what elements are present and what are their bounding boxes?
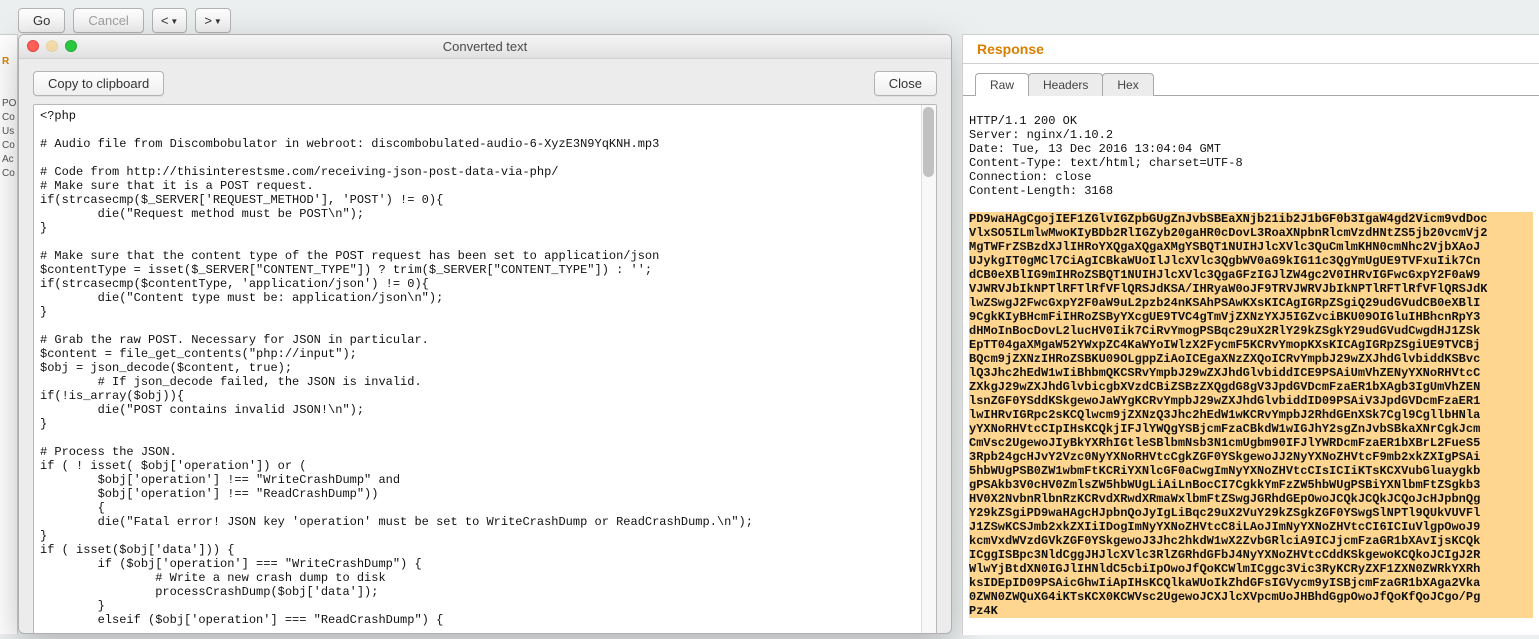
close-icon[interactable]	[27, 40, 39, 52]
close-button[interactable]: Close	[874, 71, 937, 96]
response-header: Response	[963, 35, 1539, 64]
cancel-button[interactable]: Cancel	[73, 8, 143, 33]
tab-raw[interactable]: Raw	[975, 73, 1029, 96]
left-gutter-lines: PO Co Us Co Ac Co	[2, 98, 16, 179]
converted-text-area[interactable]	[34, 105, 936, 633]
response-panel: Response Raw Headers Hex HTTP/1.1 200 OK…	[962, 34, 1539, 634]
left-gutter-header: R	[2, 56, 9, 67]
chevron-down-icon: ▼	[214, 17, 222, 26]
response-highlight: PD9waHAgCgojIEF1ZGlvIGZpbGUgZnJvbSBEaXNj…	[969, 212, 1533, 618]
maximize-icon[interactable]	[65, 40, 77, 52]
tab-hex[interactable]: Hex	[1102, 73, 1153, 96]
dialog-toolbar: Copy to clipboard Close	[19, 59, 951, 104]
converted-text-dialog: Converted text Copy to clipboard Close	[18, 34, 952, 634]
prev-label: <	[161, 13, 169, 28]
go-button[interactable]: Go	[18, 8, 65, 33]
scrollbar[interactable]	[921, 105, 936, 633]
left-gutter: R PO Co Us Co Ac Co	[0, 34, 18, 634]
copy-to-clipboard-button[interactable]: Copy to clipboard	[33, 71, 164, 96]
response-http-headers: HTTP/1.1 200 OK Server: nginx/1.10.2 Dat…	[969, 114, 1243, 198]
top-toolbar: Go Cancel <▼ >▼	[18, 8, 231, 33]
response-body[interactable]: HTTP/1.1 200 OK Server: nginx/1.10.2 Dat…	[963, 95, 1539, 635]
prev-button[interactable]: <▼	[152, 8, 188, 33]
scrollbar-thumb[interactable]	[923, 107, 934, 177]
minimize-icon[interactable]	[46, 40, 58, 52]
chevron-down-icon: ▼	[170, 17, 178, 26]
dialog-titlebar: Converted text	[19, 35, 951, 59]
response-tabs: Raw Headers Hex	[975, 72, 1539, 95]
tab-headers[interactable]: Headers	[1028, 73, 1103, 96]
dialog-title: Converted text	[443, 39, 528, 54]
next-button[interactable]: >▼	[195, 8, 231, 33]
code-area-wrap	[33, 104, 937, 634]
next-label: >	[204, 13, 212, 28]
window-controls	[27, 40, 77, 52]
